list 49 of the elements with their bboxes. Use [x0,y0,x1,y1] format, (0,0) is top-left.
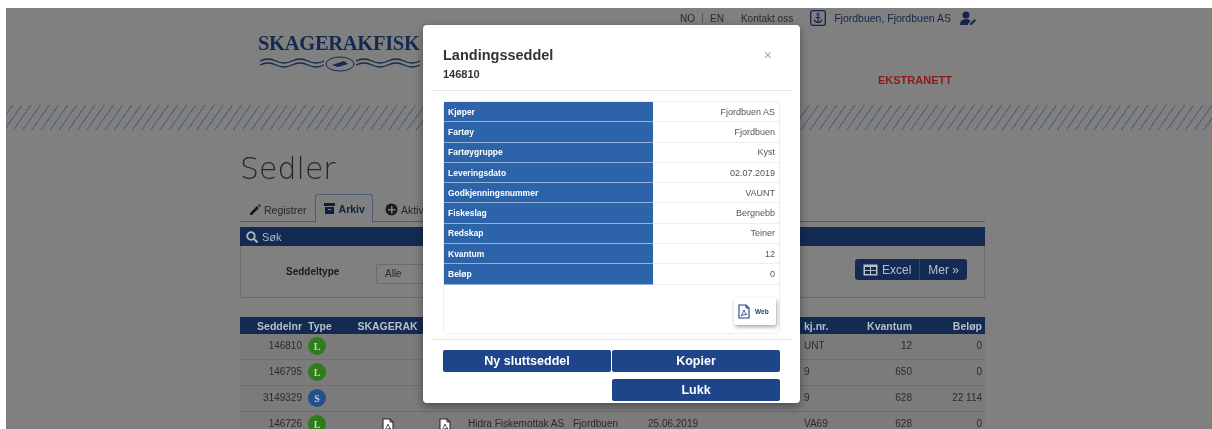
table-cell-text: 25.06.2019 [647,417,700,429]
detail-value: 02.07.2019 [728,166,776,180]
detail-label: Godkjenningsnummer [444,183,653,204]
modal-title: Landingsseddel [443,46,554,64]
table-cell-text: 9 [803,365,811,379]
modal-subtitle: 146810 [443,68,481,80]
detail-label: Kvantum [444,244,653,265]
detail-value: Bergnebb [734,207,776,221]
table-cell-text: 628 [894,417,913,429]
detail-value: Fjordbuen [733,125,776,139]
table-cell-text: 9 [803,391,811,405]
filter-label: Seddeltype [286,266,341,277]
detail-label: Fiskeslag [444,203,653,224]
type-badge: L [308,363,326,381]
logo-wordmark: SKAGERAKFISK [258,31,420,56]
detail-label: Fartøy [444,122,653,143]
panel-title: Søk [262,230,282,243]
table-cell-text: UNT [803,339,826,353]
table-cell-text: 146810 [267,339,303,353]
table-cell-text: 650 [894,365,913,379]
detail-label: Leveringsdato [444,162,653,184]
page-title: Sedler [240,150,336,188]
table-cell-text: 0 [975,365,983,379]
detail-label: Fartøygruppe [444,142,653,163]
table-cell-text: 146795 [267,365,303,379]
detail-label: Kjøper [444,102,653,123]
detail-value: Fjordbuen AS [719,105,776,119]
table-cell-text: 146726 [267,417,303,429]
section-label: EKSTRANETT [877,74,952,86]
table-cell-text: 628 [894,391,913,405]
type-badge: L [308,415,326,429]
detail-value: Kyst [756,146,776,160]
type-badge: L [308,337,326,355]
table-cell-text: 12 [899,339,913,353]
table-cell-text: Hidra Fiskemottak AS [467,417,566,429]
detail-label: Beløp [444,264,653,285]
account-name: Fjordbuen, Fjordbuen AS [834,12,951,24]
detail-value: 0 [769,268,776,281]
detail-value: Teiner [749,227,776,241]
detail-label: Redskap [444,223,653,245]
detail-value: 12 [764,247,776,261]
type-badge: S [308,389,326,407]
table-cell-text: Fjordbuen [572,417,620,429]
table-cell-text: VA69 [803,417,829,429]
detail-value: VAUNT [744,186,776,200]
table-cell-text: 0 [975,417,983,429]
table-cell-text: 3149329 [262,391,303,405]
table-cell-text: 0 [975,339,983,353]
table-cell-text: 22 114 [951,391,983,405]
